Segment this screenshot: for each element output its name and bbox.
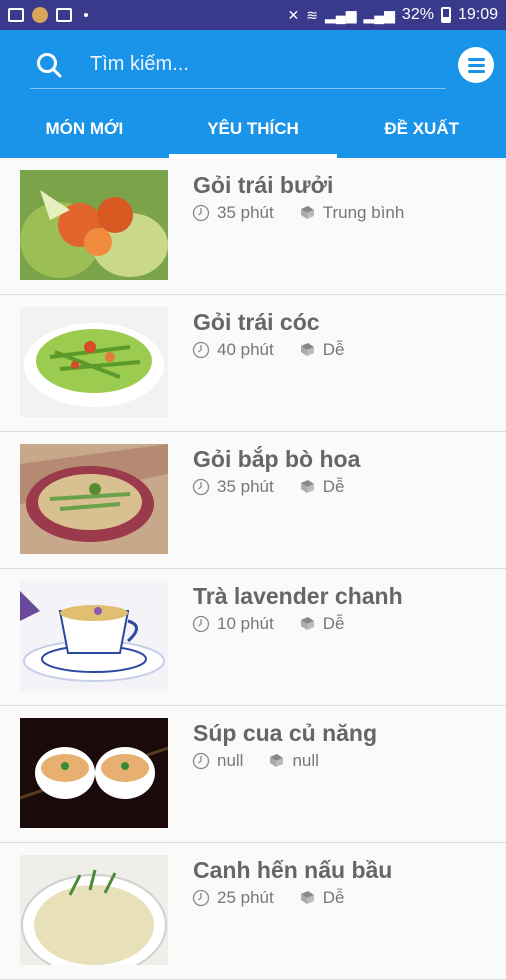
recipe-meta: 35 phút Trung bình xyxy=(192,203,428,223)
book-icon xyxy=(270,754,284,767)
recipe-time-value: 35 phút xyxy=(217,203,274,222)
wifi-icon: ≋ xyxy=(306,6,319,23)
tab-new-dishes[interactable]: MÓN MỚI xyxy=(0,106,169,158)
recipe-thumbnail xyxy=(20,444,168,554)
battery-icon xyxy=(440,7,451,23)
recipe-thumbnail xyxy=(20,855,168,965)
menu-icon-bar xyxy=(467,69,485,73)
recipe-difficulty: Dễ xyxy=(298,614,345,634)
recipe-meta: null null xyxy=(192,751,343,771)
battery-percent: 32% xyxy=(401,6,434,23)
recipe-meta: 40 phút Dễ xyxy=(192,340,368,360)
recipe-time-value: 40 phút xyxy=(217,340,274,359)
signal-icon: ▂▄▆ xyxy=(325,6,357,23)
recipe-difficulty: Trung bình xyxy=(298,203,405,223)
mute-icon: ✕ xyxy=(287,6,300,23)
recipe-title: Trà lavender chanh xyxy=(193,583,403,609)
recipe-thumbnail xyxy=(20,170,168,280)
recipe-time: null xyxy=(192,751,243,771)
tab-suggested[interactable]: ĐỀ XUẤT xyxy=(337,106,506,158)
recipe-time: 35 phút xyxy=(192,477,274,497)
book-icon xyxy=(300,206,314,219)
recipe-difficulty: Dễ xyxy=(298,888,345,908)
recipe-difficulty: Dễ xyxy=(298,340,345,360)
recipe-time: 10 phút xyxy=(192,614,274,634)
recipe-item[interactable]: Trà lavender chanh 10 phút Dễ xyxy=(0,569,506,706)
status-bar: ✕ ≋ ▂▄▆ ▂▄▆ 32% 19:09 xyxy=(0,0,506,30)
recipe-title: Gỏi trái cóc xyxy=(193,309,320,335)
recipe-difficulty-value: Trung bình xyxy=(322,203,405,222)
recipe-item[interactable]: Gỏi trái bưởi 35 phút Trung bình xyxy=(0,158,506,295)
pomelo-salad-image xyxy=(20,170,168,280)
app-header: MÓN MỚI YÊU THÍCH ĐỀ XUẤT xyxy=(0,30,506,158)
recipe-time-value: 35 phút xyxy=(217,477,274,496)
recipe-meta: 25 phút Dễ xyxy=(192,888,368,908)
search-input[interactable] xyxy=(90,48,420,80)
tab-favorites[interactable]: YÊU THÍCH xyxy=(168,106,338,158)
book-icon xyxy=(300,480,314,493)
gallery-notification-icon xyxy=(8,8,24,22)
clock-icon xyxy=(192,615,210,633)
crab-soup-image xyxy=(20,718,168,828)
recipe-item[interactable]: Súp cua củ năng null null xyxy=(0,706,506,843)
clock-icon xyxy=(192,341,210,359)
recipe-thumbnail xyxy=(20,307,168,417)
recipe-difficulty-value: Dễ xyxy=(322,888,345,907)
tab-bar: MÓN MỚI YÊU THÍCH ĐỀ XUẤT xyxy=(0,106,506,158)
clock-icon xyxy=(192,478,210,496)
search-bar xyxy=(30,40,446,89)
recipe-meta: 10 phút Dễ xyxy=(192,614,368,634)
book-icon xyxy=(300,343,314,356)
clock-icon xyxy=(192,889,210,907)
recipe-meta: 35 phút Dễ xyxy=(192,477,368,497)
recipe-time-value: 10 phút xyxy=(217,614,274,633)
recipe-time: 25 phút xyxy=(192,888,274,908)
recipe-thumbnail xyxy=(20,718,168,828)
recipe-thumbnail xyxy=(20,581,168,691)
banana-flower-salad-image xyxy=(20,444,168,554)
clock-icon xyxy=(192,204,210,222)
recipe-difficulty-value: Dễ xyxy=(322,614,345,633)
book-icon xyxy=(300,891,314,904)
recipe-time: 35 phút xyxy=(192,203,274,223)
recipe-title: Canh hến nấu bầu xyxy=(193,857,393,883)
recipe-list: Gỏi trái bưởi 35 phút Trung bình Gỏi trá… xyxy=(0,158,506,980)
recipe-difficulty: Dễ xyxy=(298,477,345,497)
menu-icon-bar xyxy=(467,63,485,67)
signal-2-icon: ▂▄▆ xyxy=(363,6,395,23)
more-notifications-icon xyxy=(84,13,88,17)
recipe-title: Gỏi trái bưởi xyxy=(193,172,334,198)
search-icon[interactable] xyxy=(36,52,62,78)
menu-icon-bar xyxy=(467,57,485,61)
coc-salad-image xyxy=(20,307,168,417)
recipe-title: Gỏi bắp bò hoa xyxy=(193,446,361,472)
book-icon xyxy=(300,617,314,630)
clam-gourd-soup-image xyxy=(20,855,168,965)
recipe-item[interactable]: Gỏi trái cóc 40 phút Dễ xyxy=(0,295,506,432)
recipe-title: Súp cua củ năng xyxy=(193,720,378,746)
recipe-item[interactable]: Gỏi bắp bò hoa 35 phút Dễ xyxy=(0,432,506,569)
clock-time: 19:09 xyxy=(457,6,498,23)
recipe-difficulty: null xyxy=(267,751,319,771)
recipe-difficulty-value: null xyxy=(292,751,319,770)
recipe-time: 40 phút xyxy=(192,340,274,360)
lavender-tea-image xyxy=(20,581,168,691)
recipe-difficulty-value: Dễ xyxy=(322,340,345,359)
app-notification-icon xyxy=(32,7,48,23)
menu-button[interactable] xyxy=(458,47,494,83)
recipe-item[interactable]: Canh hến nấu bầu 25 phút Dễ xyxy=(0,843,506,980)
recipe-time-value: null xyxy=(217,751,244,770)
recipe-difficulty-value: Dễ xyxy=(322,477,345,496)
message-notification-icon xyxy=(56,8,72,22)
recipe-time-value: 25 phút xyxy=(217,888,274,907)
clock-icon xyxy=(192,752,210,770)
